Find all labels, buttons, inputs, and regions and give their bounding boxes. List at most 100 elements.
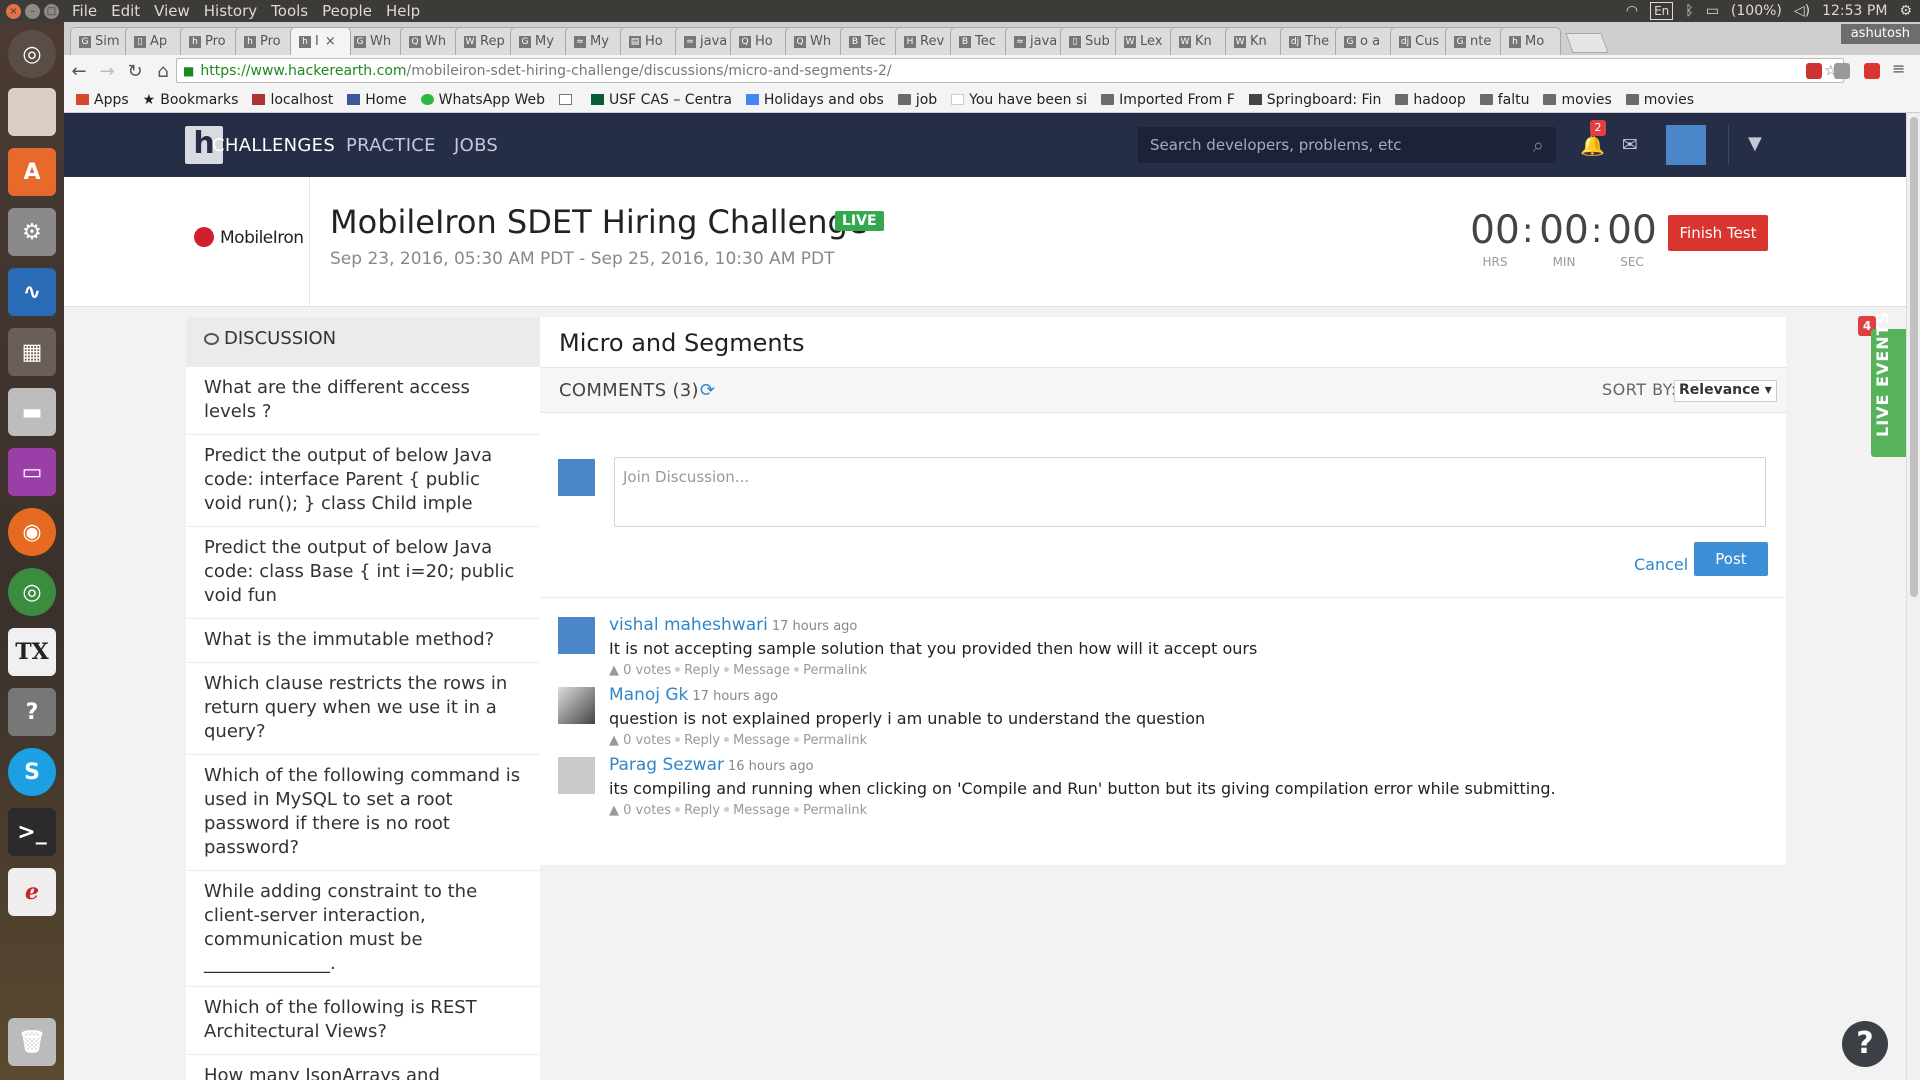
browser-tab[interactable]: Gnte — [1445, 27, 1506, 55]
permalink-link[interactable]: Permalink — [803, 663, 867, 678]
bookmark-holidays[interactable]: Holidays and obs — [745, 92, 884, 108]
close-window-button[interactable]: × — [6, 3, 21, 19]
browser-tab[interactable]: h Mo — [1500, 27, 1561, 55]
forward-arrow-icon[interactable]: → — [94, 61, 120, 82]
bookmark-folder-hadoop[interactable]: hadoop — [1395, 92, 1466, 108]
document-viewer-icon[interactable]: ℯ — [8, 868, 56, 916]
chrome-menu-icon[interactable]: ≡ — [1892, 59, 1908, 78]
reload-icon[interactable]: ↻ — [122, 61, 148, 82]
browser-tab[interactable]: ≈ My — [565, 27, 626, 55]
browser-tab[interactable]: W Rep — [455, 27, 516, 55]
avatar[interactable] — [558, 687, 595, 724]
browser-tab[interactable]: Q Ho — [730, 27, 791, 55]
browser-tab[interactable]: h Pro — [235, 27, 296, 55]
upvote-icon[interactable]: ▲ — [609, 803, 619, 818]
keyboard-layout[interactable]: En — [1650, 2, 1674, 20]
bell-icon[interactable]: 🔔 — [1580, 133, 1605, 157]
refresh-icon[interactable]: ⟳ — [700, 380, 715, 401]
chevron-down-icon[interactable]: ▼ — [1748, 133, 1762, 154]
browser-tab[interactable]: Q Wh — [400, 27, 461, 55]
sort-select[interactable]: Relevance ▾ — [1674, 380, 1777, 402]
sidebar-question-item[interactable]: Predict the output of below Java code: c… — [186, 527, 540, 619]
scrollbar-thumb[interactable] — [1910, 117, 1918, 597]
browser-tab[interactable]: ▯ Ap — [125, 27, 186, 55]
comment-author[interactable]: vishal maheshwari — [609, 615, 768, 635]
browser-tab[interactable]: ▤ Ho — [620, 27, 681, 55]
mail-icon[interactable]: ✉ — [1622, 134, 1638, 156]
browser-tab[interactable]: G My — [510, 27, 571, 55]
avatar[interactable] — [558, 617, 595, 654]
sidebar-question-item[interactable]: Predict the output of below Java code: i… — [186, 435, 540, 527]
bookmark-bookmarks[interactable]: ★ Bookmarks — [143, 92, 239, 108]
browser-tab[interactable]: dj Cus — [1390, 27, 1451, 55]
menu-file[interactable]: File — [72, 2, 97, 20]
power-gear-icon[interactable]: ⚙ — [1899, 3, 1912, 19]
live-events-tab[interactable]: LIVE EVENTS — [1871, 311, 1906, 457]
bookmark-usf[interactable]: USF CAS – Centra — [591, 92, 732, 108]
permalink-link[interactable]: Permalink — [803, 803, 867, 818]
bookmark-folder-faltu[interactable]: faltu — [1479, 92, 1529, 108]
sidebar-question-item[interactable]: What is the immutable method? — [186, 619, 540, 663]
nav-challenges[interactable]: CHALLENGES — [212, 135, 335, 156]
reply-link[interactable]: Reply — [684, 803, 720, 818]
sidebar-question-item[interactable]: Which clause restricts the rows in retur… — [186, 663, 540, 755]
files-icon[interactable] — [8, 88, 56, 136]
sidebar-question-item[interactable]: Which of the following command is used i… — [186, 755, 540, 871]
sidebar-question-item[interactable]: While adding constraint to the client-se… — [186, 871, 540, 987]
browser-tab[interactable]: ▯ Sub — [1060, 27, 1121, 55]
wifi-icon[interactable]: ◠ — [1626, 3, 1638, 19]
skype-icon[interactable]: S — [8, 748, 56, 796]
system-settings-icon[interactable]: ⚙ — [8, 208, 56, 256]
home-icon[interactable]: ⌂ — [150, 61, 176, 82]
sidebar-question-item[interactable]: What are the different access levels ? — [186, 367, 540, 435]
avatar[interactable] — [558, 757, 595, 794]
sidebar-question-item[interactable]: How many JsonArrays and JsonObjects are … — [186, 1055, 540, 1080]
new-tab-button[interactable] — [1565, 33, 1609, 53]
firefox-icon[interactable]: ◉ — [8, 508, 56, 556]
page-scrollbar[interactable] — [1906, 113, 1920, 1080]
upvote-icon[interactable]: ▲ — [609, 733, 619, 748]
volume-icon[interactable]: ◁) — [1794, 3, 1810, 19]
bookmark-signed[interactable]: You have been si — [951, 92, 1087, 108]
disk-icon[interactable]: ▬ — [8, 388, 56, 436]
bookmark-folder-movies[interactable]: movies — [1543, 92, 1612, 108]
message-link[interactable]: Message — [733, 733, 790, 748]
bluetooth-icon[interactable]: ᛒ — [1685, 3, 1693, 19]
browser-tab[interactable]: W Kn — [1225, 27, 1286, 55]
reply-link[interactable]: Reply — [684, 733, 720, 748]
browser-tab[interactable]: W Lex — [1115, 27, 1176, 55]
nav-practice[interactable]: PRACTICE — [346, 135, 436, 156]
search-icon[interactable]: ⌕ — [1533, 127, 1544, 163]
software-center-icon[interactable]: A — [8, 148, 56, 196]
cancel-button[interactable]: Cancel — [1634, 555, 1688, 574]
battery-icon[interactable]: ▭ — [1706, 3, 1719, 19]
tex-icon[interactable]: TX — [8, 628, 56, 676]
nav-jobs[interactable]: JOBS — [454, 135, 498, 156]
browser-tab[interactable]: ≈ java — [675, 27, 736, 55]
bookmark-localhost[interactable]: localhost — [252, 92, 333, 108]
unknown-app-icon[interactable]: ? — [8, 688, 56, 736]
trash-icon[interactable]: 🗑 — [8, 1018, 56, 1066]
browser-tab[interactable]: H Rev — [895, 27, 956, 55]
system-monitor-icon[interactable]: ∿ — [8, 268, 56, 316]
menu-history[interactable]: History — [204, 2, 257, 20]
finish-test-button[interactable]: Finish Test — [1668, 215, 1768, 251]
bookmark-folder-job[interactable]: job — [897, 92, 937, 108]
browser-tab[interactable]: G Wh — [345, 27, 406, 55]
site-search-input[interactable]: Search developers, problems, etc ⌕ — [1138, 127, 1556, 163]
app-launcher-icon[interactable]: ▭ — [8, 448, 56, 496]
browser-tab[interactable]: Q Wh — [785, 27, 846, 55]
user-avatar[interactable] — [1666, 125, 1706, 165]
clock[interactable]: 12:53 PM — [1822, 3, 1887, 19]
comment-author[interactable]: Manoj Gk — [609, 685, 688, 705]
bookmark-whatsapp[interactable]: WhatsApp Web — [420, 92, 545, 108]
bookmark-untitled[interactable] — [559, 94, 577, 105]
browser-tab[interactable]: W Kn — [1170, 27, 1231, 55]
minimize-window-button[interactable]: – — [25, 3, 40, 19]
post-button[interactable]: Post — [1694, 542, 1768, 576]
sidebar-question-item[interactable]: Which of the following is REST Architect… — [186, 987, 540, 1055]
extension-icon[interactable] — [1834, 63, 1850, 79]
menu-view[interactable]: View — [154, 2, 190, 20]
browser-tab[interactable]: h Pro — [180, 27, 241, 55]
permalink-link[interactable]: Permalink — [803, 733, 867, 748]
